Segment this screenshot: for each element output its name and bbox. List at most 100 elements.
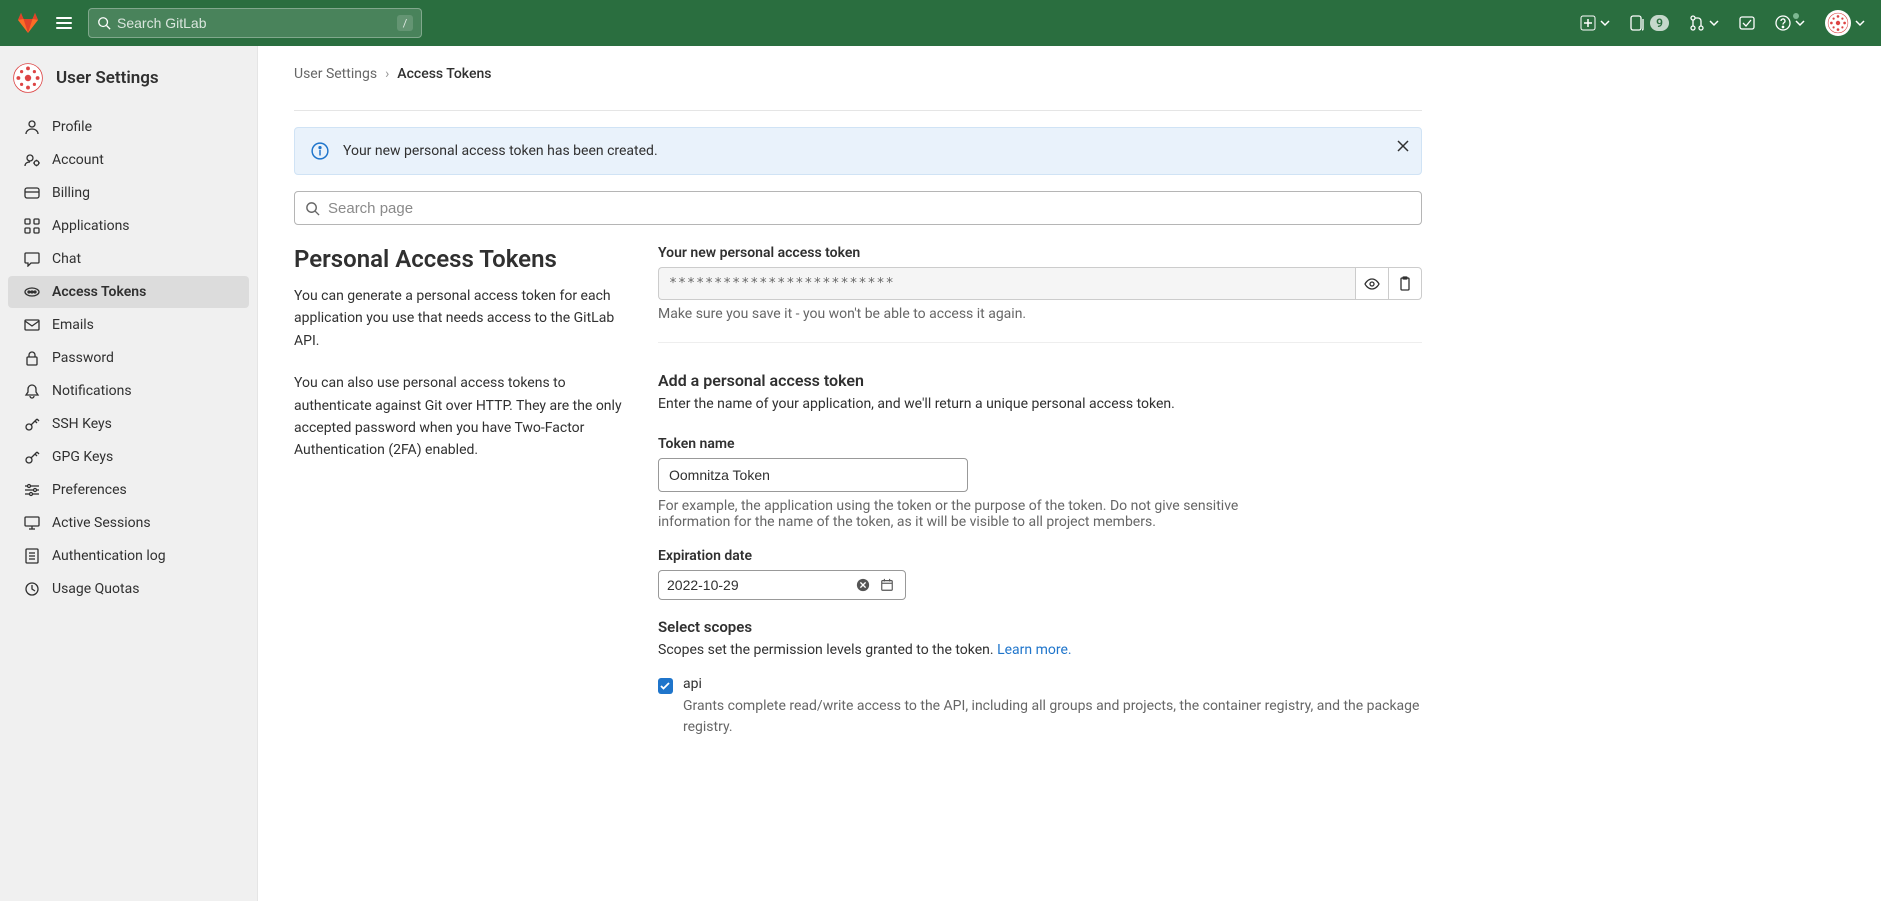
monitor-icon	[24, 515, 40, 531]
chat-icon	[24, 251, 40, 267]
lock-icon	[24, 350, 40, 366]
token-name-label: Token name	[658, 436, 1422, 452]
sidebar-item-applications[interactable]: Applications	[8, 210, 249, 242]
breadcrumb-root[interactable]: User Settings	[294, 66, 377, 82]
new-token-label: Your new personal access token	[658, 245, 1422, 261]
close-button[interactable]	[1395, 138, 1411, 158]
calendar-icon	[880, 578, 894, 592]
breadcrumb: User Settings › Access Tokens	[294, 66, 1422, 94]
scope-api-desc: Grants complete read/write access to the…	[683, 696, 1422, 738]
search-kbd-hint: /	[397, 15, 413, 31]
sidebar-item-auth-log[interactable]: Authentication log	[8, 540, 249, 572]
email-icon	[24, 317, 40, 333]
reveal-token-button[interactable]	[1355, 267, 1388, 300]
scope-api-checkbox[interactable]	[658, 678, 673, 694]
sidebar-item-access-tokens[interactable]: Access Tokens	[8, 276, 249, 308]
sidebar-item-gpg-keys[interactable]: GPG Keys	[8, 441, 249, 473]
breadcrumb-current: Access Tokens	[397, 66, 491, 82]
expiry-label: Expiration date	[658, 548, 1422, 564]
help-menu[interactable]	[1775, 15, 1805, 31]
chevron-right-icon: ›	[385, 66, 389, 82]
key-icon	[24, 449, 40, 465]
hamburger-icon[interactable]	[52, 11, 76, 35]
chevron-down-icon	[1709, 18, 1719, 28]
page-search-input[interactable]	[328, 200, 1411, 217]
global-search-input[interactable]	[117, 15, 397, 31]
clipboard-icon	[1397, 276, 1413, 292]
sidebar-item-usage-quotas[interactable]: Usage Quotas	[8, 573, 249, 605]
token-name-input[interactable]	[658, 458, 968, 492]
token-name-hint: For example, the application using the t…	[658, 498, 1278, 530]
sidebar-header[interactable]: User Settings	[0, 58, 257, 110]
sidebar-item-label: Profile	[52, 119, 92, 135]
success-alert: Your new personal access token has been …	[294, 127, 1422, 175]
sidebar-item-profile[interactable]: Profile	[8, 111, 249, 143]
gitlab-logo-icon[interactable]	[16, 11, 40, 35]
topbar: / 9	[0, 0, 1881, 46]
sidebar-item-label: Billing	[52, 185, 90, 201]
quota-icon	[24, 581, 40, 597]
sidebar-item-label: Access Tokens	[52, 284, 146, 300]
copy-token-button[interactable]	[1388, 267, 1422, 300]
key-icon	[24, 416, 40, 432]
sidebar-item-label: Password	[52, 350, 114, 366]
preferences-icon	[24, 482, 40, 498]
chevron-down-icon	[1600, 18, 1610, 28]
page-search[interactable]	[294, 191, 1422, 225]
sidebar-item-label: Chat	[52, 251, 81, 267]
sidebar-item-label: Authentication log	[52, 548, 166, 564]
info-icon	[311, 142, 329, 160]
sidebar-item-emails[interactable]: Emails	[8, 309, 249, 341]
sidebar-item-chat[interactable]: Chat	[8, 243, 249, 275]
sidebar-item-label: GPG Keys	[52, 449, 113, 465]
expiry-input[interactable]	[667, 577, 853, 593]
add-token-heading: Add a personal access token	[658, 371, 1422, 390]
sidebar-item-label: Notifications	[52, 383, 132, 399]
user-menu[interactable]	[1825, 10, 1865, 36]
sidebar-item-preferences[interactable]: Preferences	[8, 474, 249, 506]
sidebar-item-ssh-keys[interactable]: SSH Keys	[8, 408, 249, 440]
sidebar-item-label: Emails	[52, 317, 94, 333]
sidebar-item-password[interactable]: Password	[8, 342, 249, 374]
page-title: Personal Access Tokens	[294, 245, 634, 273]
issues-link[interactable]: 9	[1630, 15, 1669, 31]
scopes-desc: Scopes set the permission levels granted…	[658, 642, 1422, 658]
help-notification-dot	[1793, 13, 1799, 19]
applications-icon	[24, 218, 40, 234]
clear-date-button[interactable]	[853, 575, 873, 595]
divider	[294, 110, 1422, 111]
search-icon	[305, 201, 320, 216]
global-search[interactable]: /	[88, 8, 422, 38]
scopes-heading: Select scopes	[658, 618, 1422, 636]
scope-api-name: api	[683, 676, 1422, 692]
profile-icon	[24, 119, 40, 135]
add-token-desc: Enter the name of your application, and …	[658, 396, 1422, 412]
sidebar-item-label: Applications	[52, 218, 130, 234]
merge-requests-menu[interactable]	[1689, 15, 1719, 31]
sidebar-item-account[interactable]: Account	[8, 144, 249, 176]
sidebar-item-label: Active Sessions	[52, 515, 151, 531]
user-avatar-icon	[12, 62, 44, 94]
billing-icon	[24, 185, 40, 201]
issues-count: 9	[1650, 15, 1669, 31]
eye-icon	[1364, 276, 1380, 292]
scopes-learn-more-link[interactable]: Learn more.	[997, 642, 1072, 658]
intro-text-2: You can also use personal access tokens …	[294, 372, 634, 462]
new-token-value[interactable]	[658, 267, 1355, 300]
close-circle-icon	[856, 578, 870, 592]
alert-message: Your new personal access token has been …	[343, 143, 658, 159]
sidebar-item-notifications[interactable]: Notifications	[8, 375, 249, 407]
log-icon	[24, 548, 40, 564]
check-icon	[660, 681, 670, 691]
avatar	[1825, 10, 1851, 36]
expiry-input-wrap[interactable]	[658, 570, 906, 600]
divider	[658, 342, 1422, 343]
create-menu[interactable]	[1580, 15, 1610, 31]
todos-link[interactable]	[1739, 15, 1755, 31]
sidebar-item-billing[interactable]: Billing	[8, 177, 249, 209]
sidebar: User Settings Profile Account Billing Ap…	[0, 46, 258, 901]
sidebar-item-active-sessions[interactable]: Active Sessions	[8, 507, 249, 539]
calendar-button[interactable]	[877, 575, 897, 595]
new-token-hint: Make sure you save it - you won't be abl…	[658, 306, 1422, 322]
chevron-down-icon	[1855, 18, 1865, 28]
